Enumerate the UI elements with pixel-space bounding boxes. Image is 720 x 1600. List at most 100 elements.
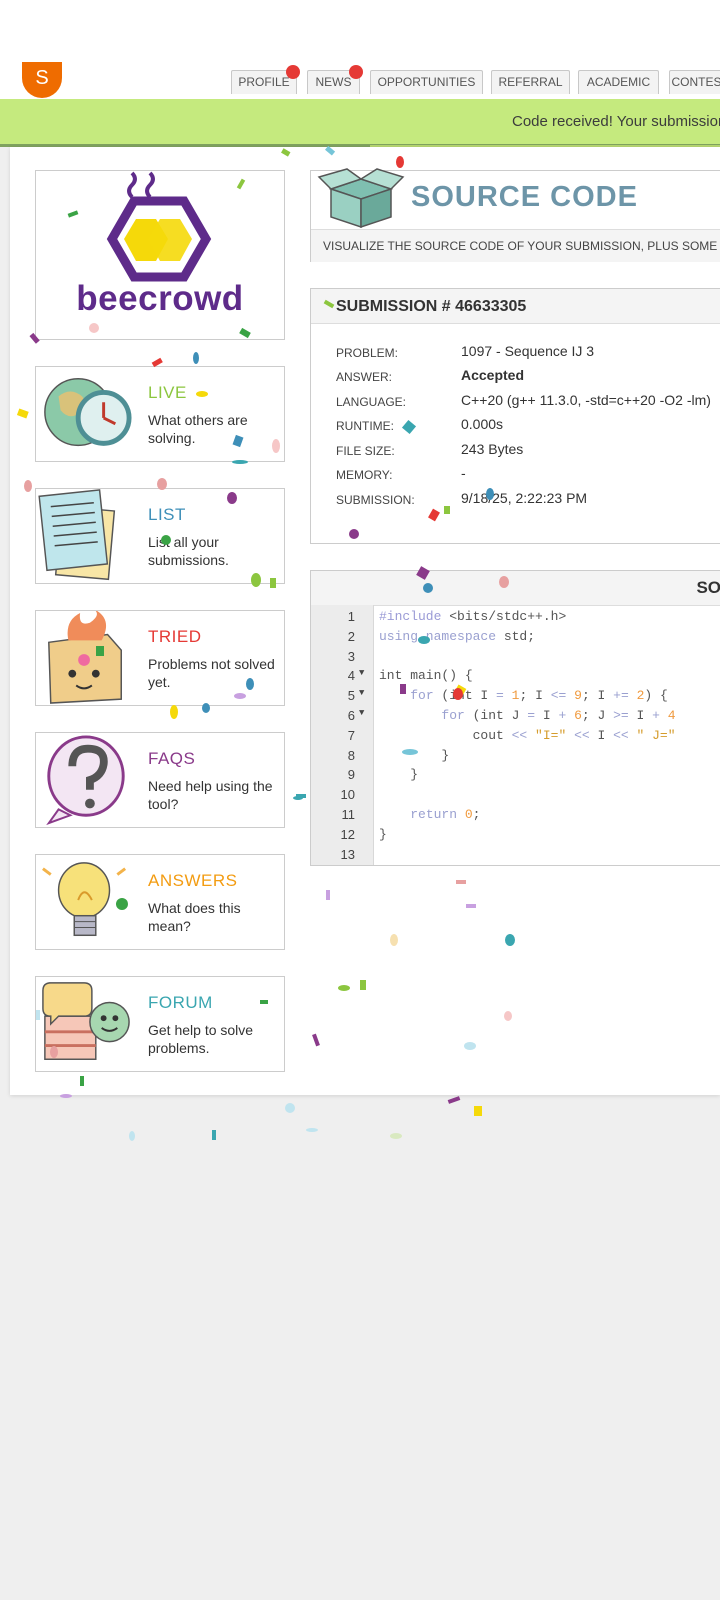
code-line: 10 bbox=[311, 785, 720, 805]
logo-wordmark: beecrowd bbox=[76, 279, 244, 318]
submission-row-runtime: RUNTIME: 0.000s bbox=[336, 416, 720, 440]
nav-tab-opportunities[interactable]: OPPORTUNITIES bbox=[370, 70, 483, 94]
open-box-icon bbox=[317, 168, 405, 229]
submission-title: SUBMISSION # 46633305 bbox=[311, 289, 720, 324]
submission-field-value: 243 Bytes bbox=[461, 441, 524, 457]
nav-tab-academic[interactable]: ACADEMIC bbox=[578, 70, 659, 94]
sidebar-card-list[interactable]: LIST List all your submissions. bbox=[35, 488, 285, 584]
submission-row-filesize: FILE SIZE: 243 Bytes bbox=[336, 441, 720, 465]
code-line: 5 ▼ for (int I = 1; I <= 9; I += 2) { bbox=[311, 686, 720, 706]
code-text: } bbox=[379, 826, 387, 842]
sidebar-card-title: ANSWERS bbox=[148, 871, 238, 890]
submission-notice-banner: Code received! Your submission bbox=[0, 99, 720, 148]
sidebar-card-description: Problems not solved yet. bbox=[148, 656, 275, 690]
submission-field-label: PROBLEM: bbox=[336, 346, 399, 360]
nav-tab-contes[interactable]: CONTES bbox=[669, 70, 720, 94]
burning-box-icon bbox=[48, 611, 122, 704]
sidebar-card-faqs[interactable]: FAQS Need help using the tool? bbox=[35, 732, 285, 828]
submission-field-label: MEMORY: bbox=[336, 468, 393, 482]
question-bubble-icon bbox=[46, 735, 125, 826]
sidebar-card-description: What does this mean? bbox=[148, 900, 241, 934]
submission-field-value: 1097 - Sequence IJ 3 bbox=[461, 343, 595, 359]
nav-tab-label: REFERRAL bbox=[498, 75, 563, 89]
line-number: 8 bbox=[347, 747, 355, 763]
fold-toggle-icon[interactable]: ▼ bbox=[359, 688, 364, 698]
nav-tab-label: ACADEMIC bbox=[586, 75, 651, 89]
code-line: 13 bbox=[311, 845, 720, 865]
nav-tab-referral[interactable]: REFERRAL bbox=[491, 70, 570, 94]
line-number: 7 bbox=[347, 727, 355, 743]
source-code-header: SOURCE CODE VISUALIZE THE SOURCE CODE OF… bbox=[310, 168, 720, 262]
line-number: 10 bbox=[340, 787, 355, 803]
code-line: 9 } bbox=[311, 765, 720, 785]
sidebar-card-title: TRIED bbox=[148, 627, 202, 646]
top-bar: S PROFILE NEWS OPPORTUNITIES REFERRAL ACADEM… bbox=[0, 0, 720, 100]
submission-row-problem: PROBLEM: 1097 - Sequence IJ 3 bbox=[336, 343, 720, 367]
code-text: } bbox=[379, 767, 419, 783]
submission-field-value: - bbox=[461, 465, 466, 481]
lightbulb-icon bbox=[42, 862, 127, 937]
nav-tab-profile[interactable]: PROFILE bbox=[231, 65, 300, 94]
line-number: 2 bbox=[347, 628, 355, 644]
submission-field-label: LANGUAGE: bbox=[336, 395, 407, 409]
submission-field-value: Accepted bbox=[461, 367, 525, 383]
line-number: 13 bbox=[340, 846, 355, 862]
line-number: 5 bbox=[347, 688, 355, 704]
chat-bubbles-icon bbox=[42, 982, 130, 1060]
code-line: 2 using namespace std; bbox=[311, 627, 720, 647]
submission-field-label: ANSWER: bbox=[336, 370, 393, 384]
code-text: int main() { bbox=[379, 668, 473, 684]
line-number: 4 bbox=[347, 668, 355, 684]
code-text: for (int J = I + 6; J >= I + 4 bbox=[441, 708, 676, 723]
line-number: 6 bbox=[347, 708, 355, 723]
code-text: using namespace std; bbox=[379, 628, 536, 644]
sidebar-card-forum[interactable]: FORUM Get help to solve problems. bbox=[35, 976, 285, 1072]
line-number: 3 bbox=[347, 648, 355, 664]
code-line: 6 ▼ for (int J = I + 6; J >= I + 4 bbox=[311, 706, 720, 726]
submission-row-memory: MEMORY: - bbox=[336, 465, 720, 489]
code-viewer[interactable]: SO 1 #include <bits/stdc++.h> 2 using names… bbox=[310, 570, 720, 866]
submission-field-label: SUBMISSION: bbox=[336, 493, 415, 507]
sidebar-card-title: LIST bbox=[148, 505, 186, 524]
submission-field-label: FILE SIZE: bbox=[336, 444, 395, 458]
code-line: 7 cout << "I=" << I << " J=" bbox=[311, 726, 720, 746]
submission-field-label: RUNTIME: bbox=[336, 419, 394, 433]
code-line: 3 bbox=[311, 647, 720, 667]
source-code-title: SOURCE CODE bbox=[411, 181, 638, 213]
sidebar-card-title: LIVE bbox=[148, 383, 187, 402]
sidebar-card-live[interactable]: LIVE What others are solving. bbox=[35, 366, 285, 462]
submission-row-answer: ANSWER: Accepted bbox=[336, 367, 720, 391]
sidebar-card-title: FORUM bbox=[148, 993, 213, 1012]
submission-field-value: 9/18/25, 2:22:23 PM bbox=[461, 490, 588, 506]
user-avatar[interactable]: S bbox=[22, 62, 62, 98]
sidebar-card-description: Need help using the tool? bbox=[148, 778, 273, 812]
code-text: } bbox=[379, 747, 450, 763]
fold-toggle-icon[interactable]: ▼ bbox=[359, 708, 364, 718]
beecrowd-logo[interactable]: beecrowd bbox=[35, 170, 285, 340]
code-line: 4 ▼ int main() { bbox=[311, 666, 720, 686]
code-text: return 0; bbox=[410, 807, 481, 822]
submission-row-language: LANGUAGE: C++20 (g++ 11.3.0, -std=c++20 -… bbox=[336, 392, 720, 416]
beecrowd-hexagon-icon bbox=[106, 171, 212, 282]
line-number: 1 bbox=[347, 609, 355, 624]
notification-badge bbox=[349, 65, 363, 79]
nav-tab-label: NEWS bbox=[315, 75, 352, 89]
code-text: #include <bits/stdc++.h> bbox=[379, 609, 567, 624]
fold-toggle-icon[interactable]: ▼ bbox=[359, 668, 364, 678]
submission-field-value: 0.000s bbox=[461, 416, 504, 432]
sidebar-card-answers[interactable]: ANSWERS What does this mean? bbox=[35, 854, 285, 950]
sidebar-card-description: What others are solving. bbox=[148, 412, 248, 446]
notice-text: Code received! Your submission bbox=[512, 113, 720, 130]
nav-tab-news[interactable]: NEWS bbox=[307, 65, 363, 94]
sidebar-card-title: FAQS bbox=[148, 749, 196, 768]
code-line: 8 } bbox=[311, 746, 720, 766]
code-text: for (int I = 1; I <= 9; I += 2) { bbox=[410, 688, 668, 704]
globe-clock-icon bbox=[44, 378, 132, 447]
sidebar-card-tried[interactable]: TRIED Problems not solved yet. bbox=[35, 610, 285, 706]
source-code-subtitle: VISUALIZE THE SOURCE CODE OF YOUR SUBMIS… bbox=[311, 229, 720, 262]
code-line: 1 #include <bits/stdc++.h> bbox=[311, 607, 720, 627]
line-number: 11 bbox=[341, 807, 356, 822]
submission-row-submission: SUBMISSION: 9/18/25, 2:22:23 PM bbox=[336, 490, 720, 514]
notification-badge bbox=[286, 65, 300, 79]
nav-tab-label: OPPORTUNITIES bbox=[377, 75, 476, 89]
